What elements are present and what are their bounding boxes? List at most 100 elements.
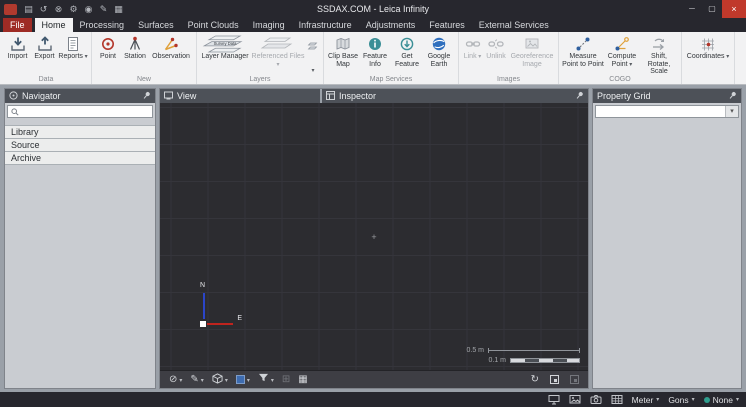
tools-icon[interactable]: ✎ — [97, 2, 110, 16]
angle-unit-value: Gons — [668, 395, 688, 405]
observation-button[interactable]: Observation — [149, 34, 193, 61]
north-axis-line — [203, 293, 205, 319]
draw-style-tool[interactable]: ✎ — [190, 375, 203, 385]
north-axis-label: N — [200, 282, 205, 289]
scale-secondary-label: 0.1 m — [488, 357, 506, 364]
navigator-icon — [9, 91, 18, 102]
chevron-down-icon[interactable]: ▾ — [725, 106, 738, 117]
navigator-header: Navigator — [5, 89, 155, 103]
ribbon-group-cogo: Measure Point to Point Compute Point Shi… — [559, 32, 682, 84]
layers-options-button[interactable] — [306, 34, 320, 77]
tab-external-services[interactable]: External Services — [472, 18, 556, 32]
import-button[interactable]: Import — [4, 34, 31, 61]
snap-status-icon — [704, 397, 710, 403]
tab-surfaces[interactable]: Surfaces — [131, 18, 181, 32]
snapshot-icon[interactable] — [590, 394, 602, 405]
previous-view-tool[interactable] — [570, 375, 579, 384]
tab-infrastructure[interactable]: Infrastructure — [292, 18, 359, 32]
get-feature-button[interactable]: Get Feature — [391, 34, 423, 68]
secondary-grid-tool[interactable]: ⊞ — [282, 375, 290, 385]
filter-icon — [258, 373, 269, 386]
google-earth-button[interactable]: Google Earth — [423, 34, 455, 68]
filter-tool[interactable] — [258, 373, 274, 386]
layout-icon[interactable]: ▦ — [112, 2, 125, 16]
unlink-icon — [488, 35, 504, 52]
navigator-item-archive[interactable]: Archive — [5, 152, 155, 165]
image-view-icon[interactable] — [569, 394, 581, 405]
svg-text:Survey Data: Survey Data — [214, 41, 238, 46]
observation-icon — [163, 35, 179, 52]
tab-features[interactable]: Features — [422, 18, 472, 32]
get-feature-icon — [399, 35, 415, 52]
compute-point-button[interactable]: Compute Point — [604, 34, 640, 68]
inspector-header[interactable]: Inspector — [322, 89, 588, 103]
property-selector-dropdown[interactable]: ▾ — [595, 105, 739, 118]
refresh-icon: ↻ — [531, 375, 539, 385]
tab-imaging[interactable]: Imaging — [246, 18, 292, 32]
shift-rotate-scale-button[interactable]: Shift, Rotate, Scale — [640, 34, 678, 76]
view-header[interactable]: View — [160, 89, 320, 103]
delete-icon[interactable]: ⊗ — [52, 2, 65, 16]
pin-icon[interactable]: ◉ — [82, 2, 95, 16]
coordinates-button[interactable]: Coordinates — [685, 34, 731, 61]
snap-mode-value: None — [713, 395, 733, 405]
unlink-image-button[interactable]: Unlink — [483, 34, 509, 61]
reports-button[interactable]: Reports — [58, 34, 88, 61]
link-icon — [465, 35, 481, 52]
minimize-button[interactable]: ─ — [682, 0, 702, 18]
referenced-files-button[interactable]: Referenced Files — [250, 34, 306, 68]
fit-view-tool[interactable] — [550, 375, 559, 384]
property-grid-panel: Property Grid ▾ — [592, 88, 742, 389]
navigator-panel: Navigator Library Source Archive — [4, 88, 156, 389]
navigator-item-source[interactable]: Source — [5, 139, 155, 152]
tab-processing[interactable]: Processing — [73, 18, 132, 32]
view-canvas[interactable]: N E 0.5 m 0.1 m — [160, 103, 588, 370]
clip-base-map-button[interactable]: Clip Base Map — [327, 34, 359, 68]
tab-point-clouds[interactable]: Point Clouds — [181, 18, 246, 32]
point-button[interactable]: Point — [95, 34, 121, 61]
background-color-tool[interactable] — [236, 375, 250, 385]
save-icon[interactable]: ▤ — [22, 2, 35, 16]
point-icon — [100, 35, 116, 52]
ribbon-group-map-services: Clip Base Map Feature Info Get Feature G… — [324, 32, 459, 84]
grid-toggle-tool[interactable]: ▦ — [298, 375, 307, 385]
layer-manager-button[interactable]: Survey Data Layer Manager — [200, 34, 250, 61]
export-button[interactable]: Export — [31, 34, 58, 61]
view-3d-tool[interactable] — [212, 373, 228, 387]
navigator-item-library[interactable]: Library — [5, 126, 155, 139]
snap-mode-dropdown[interactable]: None▾ — [704, 395, 739, 405]
undo-icon[interactable]: ↺ — [37, 2, 50, 16]
east-axis-line — [207, 323, 233, 325]
georeference-image-button[interactable]: Georeference Image — [509, 34, 555, 68]
refresh-view-tool[interactable]: ↻ — [531, 375, 539, 385]
close-button[interactable]: × — [722, 0, 746, 18]
referenced-files-icon — [260, 35, 296, 52]
feature-info-button[interactable]: Feature Info — [359, 34, 391, 68]
settings-icon[interactable]: ⚙ — [67, 2, 80, 16]
inspector-pin-icon[interactable] — [575, 91, 584, 102]
shift-rotate-scale-icon — [651, 35, 667, 52]
title-bar: ▤ ↺ ⊗ ⚙ ◉ ✎ ▦ SSDAX.COM - Leica Infinity… — [0, 0, 746, 18]
navigator-search[interactable] — [7, 105, 153, 118]
angle-unit-dropdown[interactable]: Gons▾ — [668, 395, 694, 405]
tab-adjustments[interactable]: Adjustments — [359, 18, 423, 32]
report-table-icon[interactable] — [611, 394, 623, 405]
property-grid-pin-icon[interactable] — [728, 91, 737, 102]
maximize-button[interactable]: ▢ — [702, 0, 722, 18]
tab-file[interactable]: File — [3, 18, 32, 32]
plus-grid-icon: ⊞ — [282, 375, 290, 385]
view-icon — [164, 91, 173, 102]
station-button[interactable]: Station — [121, 34, 149, 61]
search-input[interactable] — [22, 106, 149, 117]
link-image-button[interactable]: Link — [462, 34, 483, 61]
distance-unit-dropdown[interactable]: Meter▾ — [632, 395, 660, 405]
snap-off-tool[interactable]: ⊘ — [169, 375, 182, 385]
ribbon-tab-bar: File Home Processing Surfaces Point Clou… — [0, 18, 746, 32]
measure-point-to-point-button[interactable]: Measure Point to Point — [562, 34, 604, 68]
georeference-image-icon — [524, 35, 540, 52]
no-snap-icon: ⊘ — [169, 375, 177, 385]
display-settings-icon[interactable] — [548, 394, 560, 405]
tab-home[interactable]: Home — [35, 18, 73, 32]
app-icon[interactable] — [4, 4, 17, 15]
navigator-pin-icon[interactable] — [142, 91, 151, 102]
